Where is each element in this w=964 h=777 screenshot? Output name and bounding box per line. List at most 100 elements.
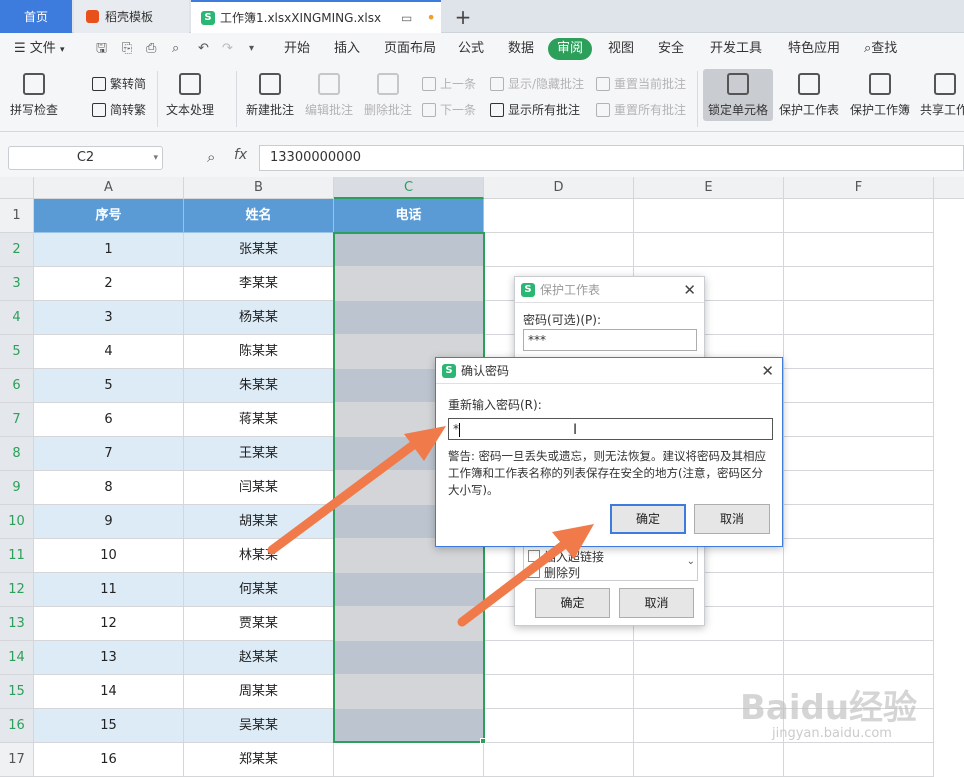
empty-cell[interactable] [634, 199, 784, 233]
empty-cell[interactable] [784, 505, 934, 539]
table-cell[interactable]: 赵某某 [184, 641, 334, 675]
row-header[interactable]: 6 [0, 369, 34, 403]
row-header[interactable]: 2 [0, 233, 34, 267]
empty-cell[interactable] [484, 743, 634, 777]
row-header[interactable]: 16 [0, 709, 34, 743]
row-header[interactable]: 7 [0, 403, 34, 437]
table-cell[interactable]: 16 [34, 743, 184, 777]
fill-handle[interactable] [480, 738, 486, 744]
table-header-cell[interactable]: 序号 [34, 199, 184, 233]
confirm-ok-button[interactable]: 确定 [610, 504, 686, 534]
col-header-e[interactable]: E [634, 177, 784, 199]
empty-cell[interactable] [784, 369, 934, 403]
empty-cell[interactable] [784, 471, 934, 505]
menu-insert[interactable]: 插入 [334, 33, 360, 65]
trad-to-simp-button[interactable]: 繁转简 [92, 75, 146, 92]
reset-all-button[interactable]: 重置所有批注 [596, 101, 686, 118]
empty-cell[interactable] [634, 233, 784, 267]
table-cell[interactable]: 13 [34, 641, 184, 675]
table-header-cell[interactable]: 电话 [334, 199, 484, 233]
row-header[interactable]: 12 [0, 573, 34, 607]
reset-current-button[interactable]: 重置当前批注 [596, 75, 686, 92]
table-cell[interactable]: 8 [34, 471, 184, 505]
empty-cell[interactable] [784, 233, 934, 267]
table-cell[interactable]: 周某某 [184, 675, 334, 709]
row-header[interactable]: 4 [0, 301, 34, 335]
menu-start[interactable]: 开始 [284, 33, 310, 65]
table-cell[interactable]: 张某某 [184, 233, 334, 267]
text-processing-button[interactable]: 文本处理 [166, 73, 214, 118]
empty-cell[interactable] [784, 743, 934, 777]
file-menu[interactable]: ☰ 文件 ▾ [14, 33, 64, 65]
table-cell[interactable]: 9 [34, 505, 184, 539]
phone-cell[interactable] [334, 675, 484, 709]
empty-cell[interactable] [784, 267, 934, 301]
table-cell[interactable]: 杨某某 [184, 301, 334, 335]
phone-cell[interactable] [334, 301, 484, 335]
redo-icon[interactable]: ↷ [222, 33, 233, 65]
col-header-c[interactable]: C [334, 177, 484, 199]
empty-cell[interactable] [784, 641, 934, 675]
empty-cell[interactable] [484, 709, 634, 743]
simp-to-trad-button[interactable]: 简转繁 [92, 101, 146, 118]
delete-comment-button[interactable]: 删除批注 [364, 73, 412, 118]
next-comment-button[interactable]: 下一条 [422, 101, 476, 118]
table-cell[interactable]: 朱某某 [184, 369, 334, 403]
menu-formula[interactable]: 公式 [458, 33, 484, 65]
table-cell[interactable]: 12 [34, 607, 184, 641]
table-cell[interactable]: 李某某 [184, 267, 334, 301]
checkbox[interactable] [528, 550, 540, 562]
table-cell[interactable]: 4 [34, 335, 184, 369]
print-icon[interactable]: ⎙ [146, 33, 156, 65]
empty-cell[interactable] [784, 301, 934, 335]
table-cell[interactable]: 5 [34, 369, 184, 403]
tab-home[interactable]: 首页 [0, 0, 72, 33]
empty-cell[interactable] [784, 199, 934, 233]
spell-check-button[interactable]: 拼写检查 [10, 73, 58, 118]
empty-cell[interactable] [784, 539, 934, 573]
table-cell[interactable]: 何某某 [184, 573, 334, 607]
table-cell[interactable]: 陈某某 [184, 335, 334, 369]
col-header-d[interactable]: D [484, 177, 634, 199]
menu-review[interactable]: 审阅 [548, 38, 593, 60]
row-header[interactable]: 3 [0, 267, 34, 301]
close-icon[interactable]: ✕ [683, 281, 696, 299]
formula-input[interactable]: 13300000000 [259, 145, 964, 171]
zoom-icon[interactable]: ⌕ [207, 148, 215, 166]
select-all-corner[interactable] [0, 177, 34, 199]
table-header-cell[interactable]: 姓名 [184, 199, 334, 233]
row-header[interactable]: 8 [0, 437, 34, 471]
table-cell[interactable]: 胡某某 [184, 505, 334, 539]
prev-comment-button[interactable]: 上一条 [422, 75, 476, 92]
table-cell[interactable]: 闫某某 [184, 471, 334, 505]
table-cell[interactable]: 林某某 [184, 539, 334, 573]
export-icon[interactable]: ⎘ [122, 33, 132, 65]
protect-sheet-button[interactable]: 保护工作表 [779, 73, 839, 118]
phone-cell[interactable] [334, 267, 484, 301]
row-header[interactable]: 1 [0, 199, 34, 233]
table-cell[interactable]: 6 [34, 403, 184, 437]
table-cell[interactable]: 2 [34, 267, 184, 301]
confirm-password-input[interactable]: * I [448, 418, 773, 440]
empty-cell[interactable] [784, 607, 934, 641]
table-cell[interactable]: 蒋某某 [184, 403, 334, 437]
preview-icon[interactable]: ⌕ [172, 33, 179, 65]
menu-data[interactable]: 数据 [508, 33, 534, 65]
row-header[interactable]: 10 [0, 505, 34, 539]
protect-cancel-button[interactable]: 取消 [619, 588, 694, 618]
table-cell[interactable]: 15 [34, 709, 184, 743]
table-cell[interactable]: 郑某某 [184, 743, 334, 777]
more-icon[interactable]: ▾ [249, 33, 254, 65]
edit-comment-button[interactable]: 编辑批注 [305, 73, 353, 118]
empty-cell[interactable] [634, 641, 784, 675]
lock-cell-button[interactable]: 锁定单元格 [703, 69, 773, 121]
menu-page-layout[interactable]: 页面布局 [384, 33, 436, 65]
empty-cell[interactable] [484, 675, 634, 709]
table-cell[interactable]: 王某某 [184, 437, 334, 471]
tab-daoke-templates[interactable]: 稻壳模板 [74, 0, 189, 33]
row-header[interactable]: 17 [0, 743, 34, 777]
empty-cell[interactable] [784, 335, 934, 369]
table-cell[interactable]: 吴某某 [184, 709, 334, 743]
tab-document[interactable]: S 工作簿1.xlsxXINGMING.xlsx ▭ • [191, 0, 441, 33]
col-header-b[interactable]: B [184, 177, 334, 199]
